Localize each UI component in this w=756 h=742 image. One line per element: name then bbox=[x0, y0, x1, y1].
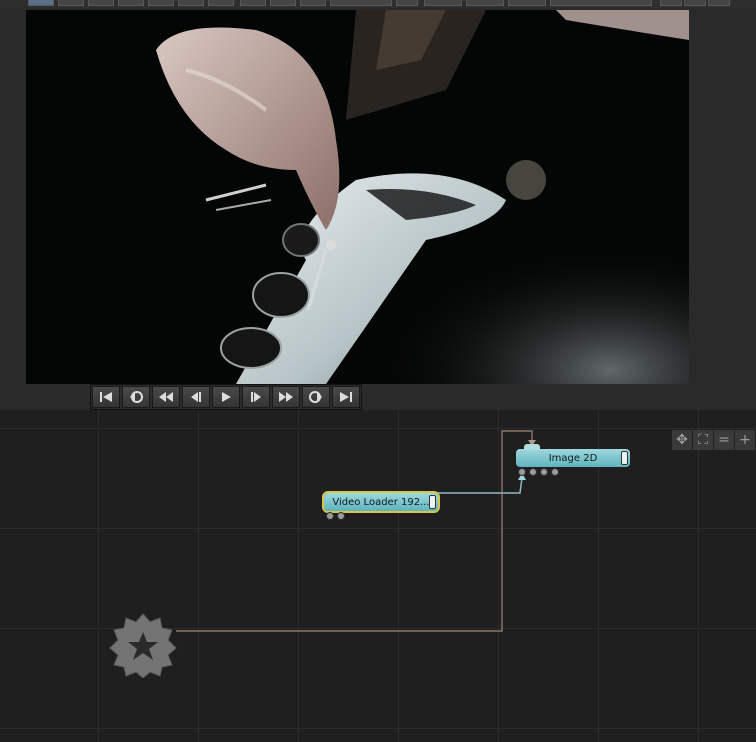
node-input-port[interactable] bbox=[524, 444, 540, 450]
toolbar-button[interactable] bbox=[396, 0, 418, 6]
toolbar-button[interactable] bbox=[240, 0, 266, 6]
play-button[interactable] bbox=[212, 386, 240, 408]
toolbar-button[interactable] bbox=[708, 0, 730, 6]
toolbar-button[interactable] bbox=[300, 0, 326, 6]
step-forward-button[interactable] bbox=[242, 386, 270, 408]
node-port[interactable] bbox=[518, 468, 526, 476]
node-label: Image 2D bbox=[548, 452, 598, 464]
play-icon bbox=[222, 392, 231, 402]
node-port[interactable] bbox=[529, 468, 537, 476]
node-port[interactable] bbox=[337, 512, 345, 520]
prev-key-icon bbox=[130, 391, 143, 403]
toolbar-button[interactable] bbox=[208, 0, 234, 6]
step-back-button[interactable] bbox=[182, 386, 210, 408]
skip-end-icon bbox=[340, 392, 352, 402]
toolbar-button[interactable] bbox=[684, 0, 706, 6]
top-toolbar bbox=[0, 0, 756, 8]
previous-keyframe-button[interactable] bbox=[122, 386, 150, 408]
node-output-handle[interactable] bbox=[429, 495, 436, 509]
rewind-button[interactable] bbox=[152, 386, 180, 408]
gear-icon[interactable] bbox=[108, 612, 178, 678]
toolbar-button[interactable] bbox=[466, 0, 504, 6]
toolbar-button[interactable] bbox=[424, 0, 462, 6]
toolbar-button[interactable] bbox=[118, 0, 144, 6]
add-node-icon[interactable]: + bbox=[735, 430, 755, 450]
toolbar-button[interactable] bbox=[330, 0, 392, 6]
guitarist-video-frame bbox=[26, 10, 689, 384]
toolbar-button[interactable] bbox=[660, 0, 682, 6]
node-port[interactable] bbox=[551, 468, 559, 476]
video-loader-node[interactable]: Video Loader 192... bbox=[322, 491, 440, 513]
video-viewport[interactable] bbox=[26, 10, 689, 384]
graph-view-tools: ✥ ⛶ = + bbox=[672, 430, 755, 450]
toolbar-button[interactable] bbox=[88, 0, 114, 6]
fit-view-icon[interactable]: ⛶ bbox=[693, 430, 713, 450]
node-output-handle[interactable] bbox=[621, 451, 628, 465]
next-keyframe-button[interactable] bbox=[302, 386, 330, 408]
transport-controls bbox=[90, 384, 362, 410]
step-forward-icon bbox=[251, 392, 261, 402]
image-2d-node[interactable]: Image 2D bbox=[516, 449, 630, 467]
skip-start-icon bbox=[100, 392, 112, 402]
toolbar-button[interactable] bbox=[148, 0, 174, 6]
toolbar-button[interactable] bbox=[178, 0, 204, 6]
pan-icon[interactable]: ✥ bbox=[672, 430, 692, 450]
step-back-icon bbox=[191, 392, 201, 402]
node-port[interactable] bbox=[326, 512, 334, 520]
toolbar-button[interactable] bbox=[58, 0, 84, 6]
toolbar-button[interactable] bbox=[508, 0, 546, 6]
node-port[interactable] bbox=[540, 468, 548, 476]
rewind-icon bbox=[159, 392, 173, 402]
go-to-start-button[interactable] bbox=[92, 386, 120, 408]
fast-forward-button[interactable] bbox=[272, 386, 300, 408]
next-key-icon bbox=[309, 391, 322, 403]
node-graph-canvas[interactable] bbox=[0, 410, 756, 742]
node-label: Video Loader 192... bbox=[332, 496, 430, 508]
go-to-end-button[interactable] bbox=[332, 386, 360, 408]
toolbar-button[interactable] bbox=[550, 0, 652, 6]
toolbar-button[interactable] bbox=[28, 0, 54, 6]
toolbar-button[interactable] bbox=[270, 0, 296, 6]
fast-forward-icon bbox=[279, 392, 293, 402]
align-icon[interactable]: = bbox=[714, 430, 734, 450]
